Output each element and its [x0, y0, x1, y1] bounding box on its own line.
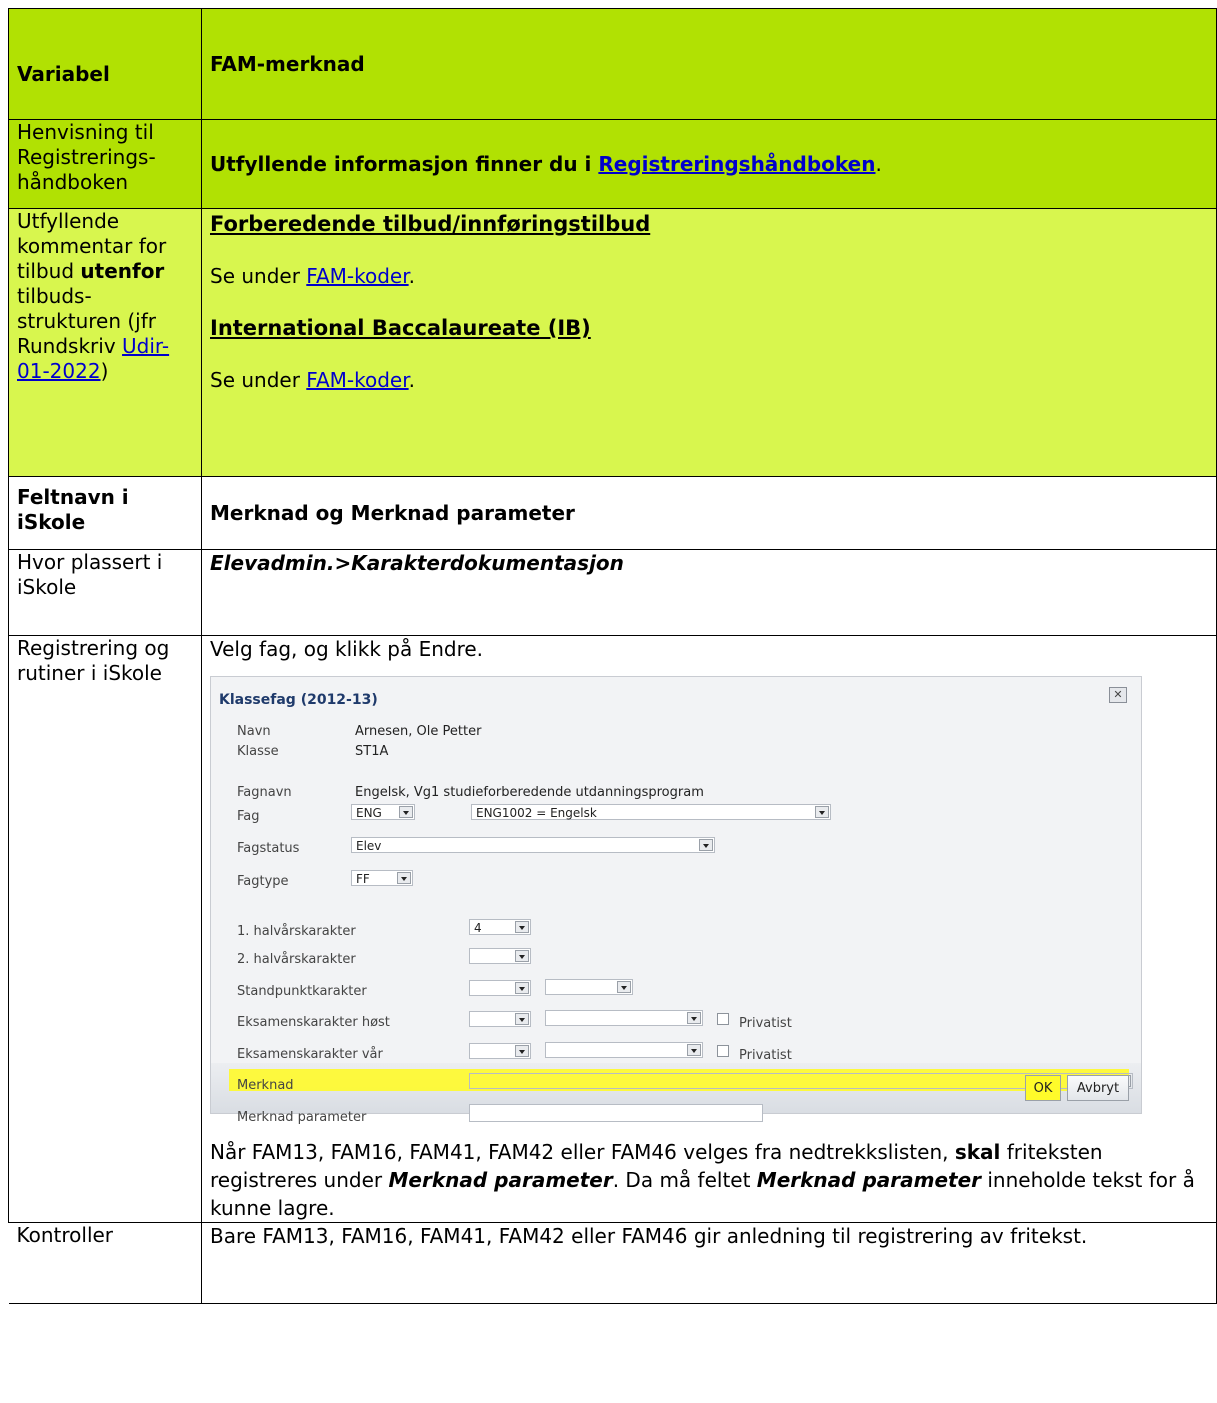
chevron-down-icon[interactable]: [515, 950, 529, 962]
reference-suffix: .: [875, 152, 882, 176]
privatist-var-label: Privatist: [739, 1048, 792, 1063]
halv1-label: 1. halvårskarakter: [237, 924, 356, 939]
comment-value: Forberedende tilbud/innføringstilbud Se …: [201, 208, 1217, 477]
note-bold3: Merknad parameter: [756, 1168, 982, 1192]
chevron-down-icon[interactable]: [687, 1012, 701, 1024]
chevron-down-icon[interactable]: [515, 921, 529, 933]
fam-koder-link-2[interactable]: FAM-koder: [306, 368, 408, 392]
comment-label: Utfyllende kommentar for tilbud utenfor …: [8, 208, 202, 477]
klasse-label: Klasse: [237, 744, 279, 759]
variable-row: Variabel FAM-merknad: [8, 8, 1217, 120]
klasse-value: ST1A: [355, 744, 389, 759]
fag-code-select[interactable]: ENG: [351, 804, 415, 820]
location-row: Hvor plassert i iSkole Elevadmin.>Karakt…: [8, 549, 1217, 636]
registration-note: Når FAM13, FAM16, FAM41, FAM42 eller FAM…: [210, 1138, 1208, 1222]
privatist-host-label: Privatist: [739, 1016, 792, 1031]
fag-label: Fag: [237, 809, 260, 824]
merknad-label: Merknad: [237, 1078, 294, 1093]
halv2-label: 2. halvårskarakter: [237, 952, 356, 967]
merknad-param-input[interactable]: [469, 1104, 763, 1122]
fagstatus-label: Fagstatus: [237, 841, 300, 856]
eks-host-select-2[interactable]: [545, 1010, 703, 1026]
chevron-down-icon[interactable]: [699, 839, 713, 851]
variable-title: FAM-merknad: [201, 8, 1217, 120]
variable-table: Variabel FAM-merknad Henvisning til Regi…: [8, 8, 1217, 1304]
fagtype-label: Fagtype: [237, 874, 289, 889]
section1-prefix: Se under: [210, 264, 307, 288]
ok-button[interactable]: OK: [1025, 1075, 1061, 1101]
section1-suffix: .: [408, 264, 415, 288]
fagtype-value: FF: [356, 872, 370, 886]
klassefag-dialog: Klassefag (2012-13) ✕ Navn Arnesen, Ole …: [210, 676, 1142, 1125]
section1-title: Forberedende tilbud/innføringstilbud: [210, 212, 651, 236]
comment-label-end: ): [100, 359, 109, 383]
privatist-var-checkbox[interactable]: [717, 1045, 729, 1057]
chevron-down-icon[interactable]: [515, 1045, 529, 1057]
field-label: Feltnavn i iSkole: [8, 476, 202, 550]
reference-value: Utfyllende informasjon finner du i Regis…: [201, 119, 1217, 209]
chevron-down-icon[interactable]: [815, 806, 829, 818]
note-bold2: Merknad parameter: [388, 1168, 613, 1192]
registration-value: Velg fag, og klikk på Endre. Klassefag (…: [201, 635, 1217, 1223]
close-icon[interactable]: ✕: [1109, 687, 1127, 703]
fagnavn-value: Engelsk, Vg1 studieforberedende utdannin…: [355, 785, 704, 800]
field-row: Feltnavn i iSkole Merknad og Merknad par…: [8, 476, 1217, 550]
merknad-param-label: Merknad parameter: [237, 1110, 367, 1125]
controls-row: Kontroller Bare FAM13, FAM16, FAM41, FAM…: [8, 1222, 1217, 1304]
fagstatus-select[interactable]: Elev: [351, 837, 715, 853]
registration-label: Registrering og rutiner i iSkole: [8, 635, 202, 1223]
halv1-select[interactable]: 4: [469, 919, 531, 935]
fagtype-select[interactable]: FF: [351, 870, 413, 886]
document-sheet: Variabel FAM-merknad Henvisning til Regi…: [8, 8, 1217, 1304]
chevron-down-icon[interactable]: [515, 1013, 529, 1025]
section1-text: Se under FAM-koder.: [210, 263, 1208, 289]
section2-suffix: .: [408, 368, 415, 392]
registreringshandboken-link[interactable]: Registreringshåndboken: [598, 152, 875, 176]
fag-code-value: ENG: [356, 806, 382, 820]
chevron-down-icon[interactable]: [617, 981, 631, 993]
field-value: Merknad og Merknad parameter: [201, 476, 1217, 550]
comment-label-bold: utenfor: [80, 259, 165, 283]
cancel-button[interactable]: Avbryt: [1067, 1075, 1129, 1101]
eks-host-label: Eksamenskarakter høst: [237, 1015, 390, 1030]
section2-text: Se under FAM-koder.: [210, 367, 1208, 393]
chevron-down-icon[interactable]: [687, 1044, 701, 1056]
eks-var-label: Eksamenskarakter vår: [237, 1047, 383, 1062]
privatist-host-checkbox[interactable]: [717, 1013, 729, 1025]
comment-row: Utfyllende kommentar for tilbud utenfor …: [8, 208, 1217, 477]
fagstatus-value: Elev: [356, 839, 382, 853]
reference-label: Henvisning til Registrerings-håndboken: [8, 119, 202, 209]
eks-var-select-1[interactable]: [469, 1043, 531, 1059]
fag-full-select[interactable]: ENG1002 = Engelsk: [471, 804, 831, 820]
note-part1: Når FAM13, FAM16, FAM41, FAM42 eller FAM…: [210, 1140, 955, 1164]
fam-koder-link-1[interactable]: FAM-koder: [306, 264, 408, 288]
variable-label: Variabel: [8, 8, 202, 120]
standpunkt-label: Standpunktkarakter: [237, 984, 367, 999]
fag-full-value: ENG1002 = Engelsk: [476, 806, 597, 820]
controls-value: Bare FAM13, FAM16, FAM41, FAM42 eller FA…: [201, 1222, 1217, 1304]
registration-intro: Velg fag, og klikk på Endre.: [210, 637, 484, 661]
dialog-title: Klassefag (2012-13): [219, 692, 378, 708]
fagnavn-label: Fagnavn: [237, 785, 292, 800]
section2-title: International Baccalaureate (IB): [210, 316, 591, 340]
controls-label: Kontroller: [8, 1222, 202, 1304]
standpunkt-select-1[interactable]: [469, 980, 531, 996]
registration-row: Registrering og rutiner i iSkole Velg fa…: [8, 635, 1217, 1223]
halv2-select[interactable]: [469, 948, 531, 964]
section2-prefix: Se under: [210, 368, 307, 392]
location-value: Elevadmin.>Karakterdokumentasjon: [201, 549, 1217, 636]
chevron-down-icon[interactable]: [515, 982, 529, 994]
halv1-value: 4: [474, 921, 482, 935]
chevron-down-icon[interactable]: [397, 872, 411, 884]
chevron-down-icon[interactable]: [399, 806, 413, 818]
standpunkt-select-2[interactable]: [545, 979, 633, 995]
reference-prefix: Utfyllende informasjon finner du i: [210, 152, 599, 176]
reference-row: Henvisning til Registrerings-håndboken U…: [8, 119, 1217, 209]
note-part3: . Da må feltet: [612, 1168, 757, 1192]
eks-var-select-2[interactable]: [545, 1042, 703, 1058]
note-bold1: skal: [954, 1140, 1001, 1164]
location-label: Hvor plassert i iSkole: [8, 549, 202, 636]
eks-host-select-1[interactable]: [469, 1011, 531, 1027]
